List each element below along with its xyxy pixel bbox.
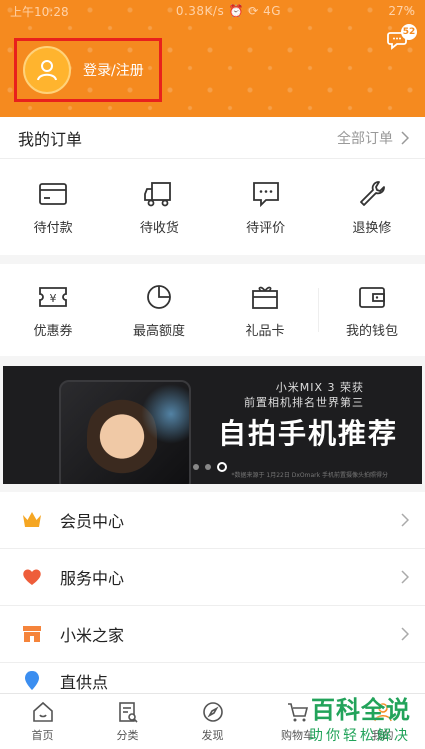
coupon-icon: ¥: [39, 286, 67, 307]
status-bar: 上午10:28 0.38K/s ⏰ ⟳ 4G 27%: [0, 0, 425, 22]
login-label[interactable]: 登录/注册: [83, 60, 144, 80]
menu-item-service-center[interactable]: 服务中心: [0, 549, 425, 606]
menu-item-label: 服务中心: [60, 569, 125, 588]
menu-item-label: 小米之家: [60, 626, 125, 645]
gift-card-entry[interactable]: 礼品卡: [212, 264, 318, 356]
menu-item-mi-home[interactable]: 小米之家: [0, 606, 425, 663]
chevron-right-icon: [401, 513, 409, 527]
nav-label: 发现: [201, 729, 224, 742]
crown-icon: [23, 512, 41, 527]
menu-item-direct-supply[interactable]: 直供点: [0, 663, 425, 693]
home-icon: [32, 701, 53, 722]
orders-header: 我的订单 全部订单: [0, 117, 425, 159]
wallet-icon: [359, 286, 385, 308]
wrench-icon: [359, 180, 385, 206]
carousel-dot[interactable]: [205, 464, 211, 470]
watermark-subtitle: 助你轻松解决: [309, 728, 411, 744]
svg-text:¥: ¥: [50, 292, 57, 305]
carousel-dot-active[interactable]: [217, 462, 227, 472]
promo-banner[interactable]: 小米MIX 3 荣获 前置相机排名世界第三 自拍手机推荐 *数据来源于 1月22…: [3, 366, 422, 484]
nav-category[interactable]: 分类: [85, 694, 170, 749]
cart-icon: [287, 703, 308, 722]
order-item-label: 待评价: [246, 220, 286, 236]
asset-item-label: 礼品卡: [245, 323, 285, 339]
phone-photo: [59, 380, 191, 484]
credit-limit-entry[interactable]: 最高额度: [106, 264, 212, 356]
all-orders-label[interactable]: 全部订单: [337, 128, 393, 148]
status-battery: 27%: [388, 4, 415, 18]
watermark-title: 百科全说: [311, 696, 411, 724]
banner-headline: 自拍手机推荐: [217, 417, 398, 450]
order-pending-receipt[interactable]: 待收货: [106, 159, 212, 255]
light-glow: [141, 384, 189, 444]
order-return-repair[interactable]: 退换修: [319, 159, 425, 255]
wallet-entry[interactable]: 我的钱包: [319, 264, 425, 356]
order-pending-payment[interactable]: 待付款: [0, 159, 106, 255]
all-orders-link[interactable]: 全部订单: [337, 128, 409, 148]
location-icon: [25, 671, 39, 690]
login-register-button[interactable]: 登录/注册: [14, 38, 162, 102]
order-item-label: 待收货: [139, 220, 179, 236]
banner-fine-print: *数据来源于 1月22日 DxOmark 手机前置摄像头拍照得分: [231, 472, 388, 479]
coupons-entry[interactable]: ¥ 优惠券: [0, 264, 106, 356]
compass-icon: [202, 702, 223, 722]
nav-home[interactable]: 首页: [0, 694, 85, 749]
comment-icon: [252, 181, 279, 207]
status-time: 上午10:28: [10, 4, 69, 19]
nav-label: 首页: [31, 729, 54, 742]
chevron-right-icon: [401, 570, 409, 584]
banner-subtitle-2: 前置相机排名世界第三: [244, 396, 364, 409]
watermark: 百科全说 助你轻松解决: [309, 690, 411, 745]
status-network: 0.38K/s ⏰ ⟳ 4G: [175, 4, 282, 18]
assets-row: ¥ 优惠券 最高额度 礼品卡 我的钱包: [0, 264, 425, 356]
user-icon: [37, 60, 57, 81]
heart-hand-icon: [23, 569, 41, 585]
menu-item-label: 会员中心: [60, 512, 125, 531]
orders-title: 我的订单: [18, 129, 83, 149]
card-icon: [39, 182, 68, 205]
order-pending-review[interactable]: 待评价: [213, 159, 319, 255]
store-icon: [23, 626, 41, 642]
carousel-indicator[interactable]: [193, 462, 227, 472]
nav-discover[interactable]: 发现: [170, 694, 255, 749]
service-menu: 会员中心 服务中心 小米之家 直供点: [0, 492, 425, 693]
profile-header: 上午10:28 0.38K/s ⏰ ⟳ 4G 27% 登录/注册 52: [0, 0, 425, 117]
order-item-label: 待付款: [33, 220, 73, 236]
pie-chart-icon: [147, 284, 171, 309]
message-badge: 52: [401, 24, 417, 40]
category-icon: [118, 702, 138, 723]
asset-item-label: 我的钱包: [345, 323, 398, 339]
asset-item-label: 优惠券: [33, 323, 73, 339]
banner-subtitle-1: 小米MIX 3 荣获: [275, 381, 364, 394]
menu-item-member-center[interactable]: 会员中心: [0, 492, 425, 549]
asset-item-label: 最高额度: [132, 323, 185, 339]
nav-label: 分类: [116, 729, 139, 742]
chevron-right-icon: [401, 627, 409, 641]
gift-card-icon: [252, 286, 278, 309]
truck-icon: [144, 181, 172, 206]
order-status-row: 待付款 待收货 待评价 退换修: [0, 159, 425, 255]
carousel-dot[interactable]: [193, 464, 199, 470]
avatar[interactable]: [23, 46, 71, 94]
order-item-label: 退换修: [352, 220, 392, 236]
chevron-right-icon: [401, 130, 409, 145]
